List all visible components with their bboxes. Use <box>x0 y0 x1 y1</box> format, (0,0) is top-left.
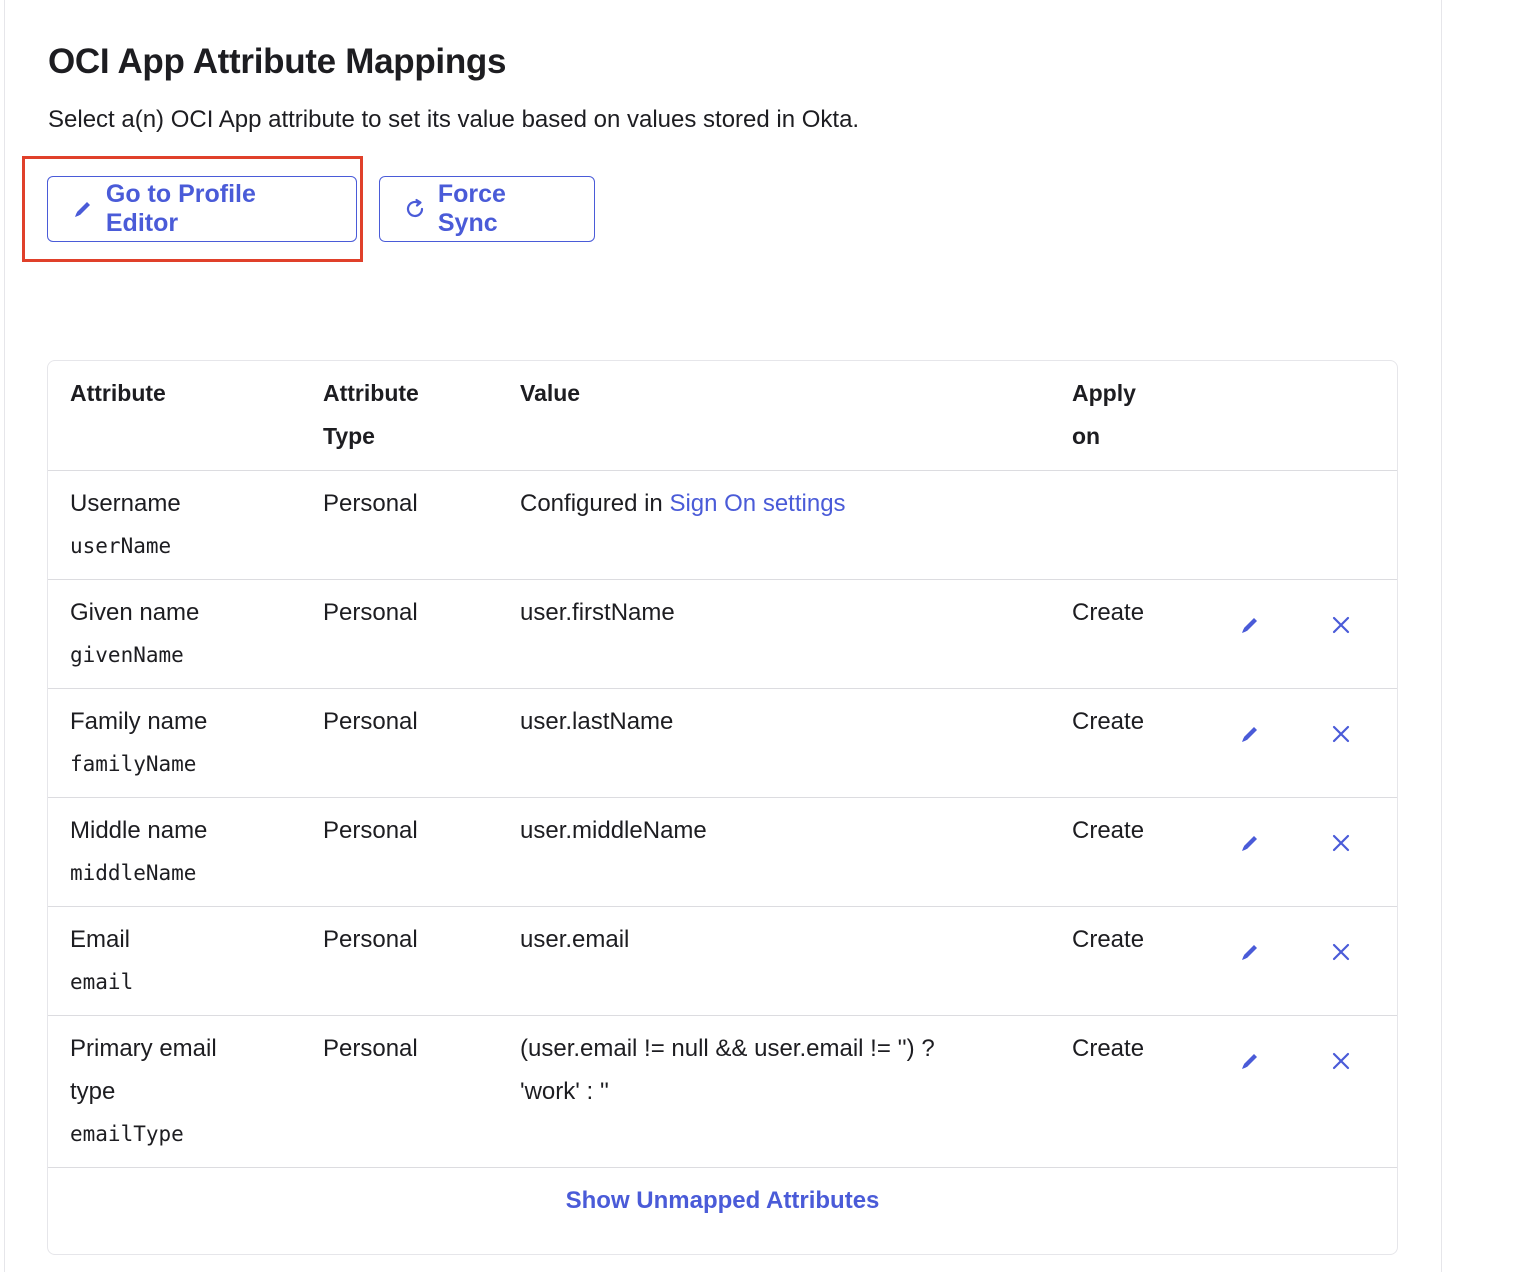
attribute-key: emailType <box>70 1122 184 1146</box>
attribute-key: email <box>70 970 134 994</box>
attribute-cell: Middle name middleName <box>70 809 300 895</box>
value-cell: Configured in Sign On settings <box>520 490 846 517</box>
apply-on-cell: Create <box>1072 1035 1145 1062</box>
edit-mapping-pencil-icon[interactable] <box>1235 719 1265 749</box>
attribute-cell: Given name givenName <box>70 591 300 677</box>
attribute-cell: Primary email type emailType <box>70 1027 300 1156</box>
apply-on-cell: Create <box>1072 708 1145 735</box>
apply-on-cell: Create <box>1072 599 1145 626</box>
attribute-name: Given name <box>70 599 200 626</box>
attribute-name: Primary email <box>70 1035 217 1062</box>
page-title: OCI App Attribute Mappings <box>48 42 507 81</box>
value-cell: (user.email != null && user.email != '')… <box>520 1035 935 1105</box>
delete-mapping-close-icon[interactable] <box>1326 937 1356 967</box>
table-row: Username userName Personal Configured in… <box>48 471 1397 580</box>
table-row: Middle name middleName Personal user.mid… <box>48 798 1397 907</box>
column-header-value: Value <box>520 380 581 406</box>
attribute-cell: Email email <box>70 918 300 1004</box>
mappings-table: Attribute Attribute Type Value Apply on … <box>47 360 1398 1255</box>
page-subtitle: Select a(n) OCI App attribute to set its… <box>48 106 860 133</box>
attribute-cell: Family name familyName <box>70 700 300 786</box>
attribute-key: familyName <box>70 752 197 776</box>
delete-mapping-close-icon[interactable] <box>1326 828 1356 858</box>
attribute-type-cell: Personal <box>323 490 418 517</box>
sign-on-settings-link[interactable]: Sign On settings <box>669 490 845 517</box>
profile-editor-label: Go to Profile Editor <box>105 180 256 237</box>
attribute-type-cell: Personal <box>323 817 418 844</box>
table-row: Given name givenName Personal user.first… <box>48 580 1397 689</box>
value-cell: user.middleName <box>520 817 707 844</box>
attribute-name: Username <box>70 490 181 517</box>
apply-on-cell: Create <box>1072 926 1145 953</box>
edit-mapping-pencil-icon[interactable] <box>1235 1046 1265 1076</box>
attribute-key: userName <box>70 534 172 558</box>
value-cell: user.lastName <box>520 708 674 735</box>
table-row: Primary email type emailType Personal (u… <box>48 1016 1397 1168</box>
value-cell: user.firstName <box>520 599 675 626</box>
value-cell: user.email <box>520 926 630 953</box>
pencil-icon <box>70 196 96 222</box>
attribute-mappings-page: OCI App Attribute Mappings Select a(n) O… <box>0 0 1522 1272</box>
attribute-type-cell: Personal <box>323 708 418 735</box>
delete-mapping-close-icon[interactable] <box>1326 610 1356 640</box>
table-row: Family name familyName Personal user.las… <box>48 689 1397 798</box>
show-unmapped-attributes-link[interactable]: Show Unmapped Attributes <box>48 1187 1397 1215</box>
right-divider <box>1441 0 1442 1272</box>
force-sync-label: Force Sync <box>437 180 506 237</box>
apply-on-cell: Create <box>1072 817 1145 844</box>
attribute-type-cell: Personal <box>323 1035 418 1062</box>
attribute-name-continued: type <box>70 1078 116 1105</box>
attribute-type-cell: Personal <box>323 599 418 626</box>
force-sync-button[interactable]: Force Sync <box>379 176 595 242</box>
column-header-attribute-type: Attribute Type <box>323 380 419 449</box>
refresh-icon <box>402 196 428 222</box>
attribute-name: Family name <box>70 708 208 735</box>
attribute-name: Middle name <box>70 817 208 844</box>
attribute-key: middleName <box>70 861 197 885</box>
edit-mapping-pencil-icon[interactable] <box>1235 610 1265 640</box>
edit-mapping-pencil-icon[interactable] <box>1235 937 1265 967</box>
left-divider <box>4 0 5 1272</box>
delete-mapping-close-icon[interactable] <box>1326 719 1356 749</box>
attribute-key: givenName <box>70 643 184 667</box>
attribute-type-cell: Personal <box>323 926 418 953</box>
go-to-profile-editor-button[interactable]: Go to Profile Editor <box>47 176 357 242</box>
delete-mapping-close-icon[interactable] <box>1326 1046 1356 1076</box>
column-header-attribute: Attribute <box>70 380 166 406</box>
edit-mapping-pencil-icon[interactable] <box>1235 828 1265 858</box>
attribute-cell: Username userName <box>70 482 300 568</box>
table-row: Email email Personal user.email Create <box>48 907 1397 1016</box>
attribute-name: Email <box>70 926 131 953</box>
column-header-apply-on: Apply on <box>1072 380 1136 449</box>
table-header: Attribute Attribute Type Value Apply on <box>48 361 1397 471</box>
